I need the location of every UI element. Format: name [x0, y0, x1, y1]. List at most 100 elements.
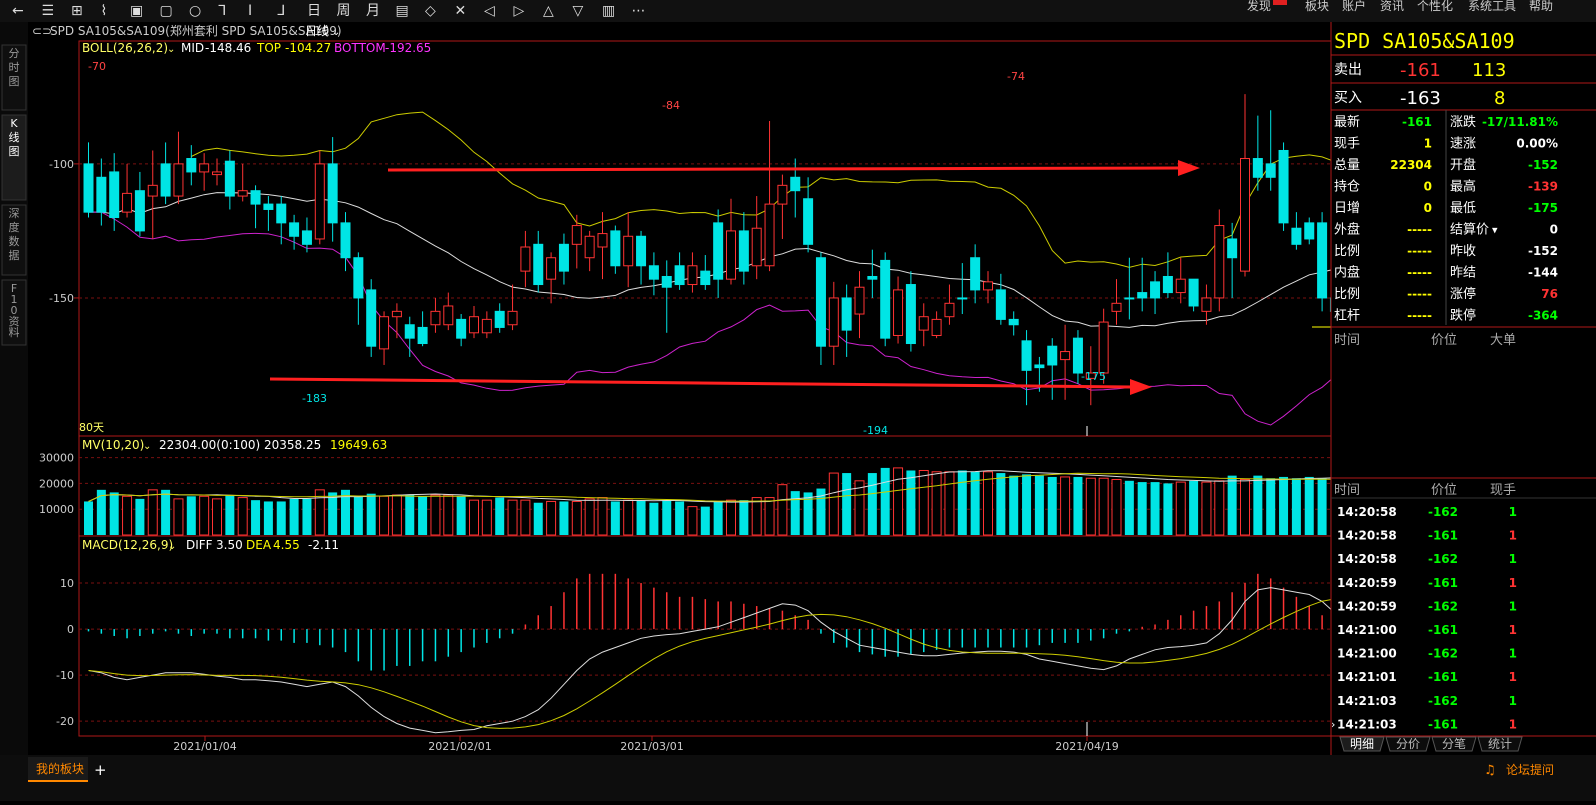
- candle-body-up: [546, 257, 557, 280]
- period-selector[interactable]: 日线: [305, 24, 329, 38]
- volume-indicator-name[interactable]: MV(10,20): [82, 438, 144, 452]
- volume-bar-up: [854, 480, 865, 536]
- side-tab-char: 度: [9, 220, 20, 234]
- expand-icon[interactable]: ◇: [425, 3, 436, 19]
- next-icon[interactable]: ▷: [514, 3, 525, 19]
- collapse-icon[interactable]: ✕: [455, 3, 467, 19]
- macd-chevron-icon[interactable]: ⌄: [168, 541, 176, 552]
- line-tool-icon[interactable]: ⌇: [101, 3, 108, 19]
- month-icon[interactable]: 月: [366, 3, 380, 19]
- menu-item-6[interactable]: 帮助: [1529, 0, 1553, 13]
- macd-indicator-name[interactable]: MACD(12,26,9): [82, 538, 173, 552]
- candle-body-up: [751, 227, 762, 267]
- volume-bar-up: [122, 495, 133, 536]
- menu-item-2[interactable]: 账户: [1342, 0, 1366, 13]
- candle-body-down: [96, 176, 107, 213]
- back-icon[interactable]: ←: [12, 3, 24, 19]
- menu-item-0[interactable]: 发现: [1247, 0, 1271, 13]
- candle-body-up: [1111, 302, 1122, 312]
- chart-title: SPD SA105&SA109(郑州套利 SPD SA105&SA109): [50, 23, 342, 38]
- candle-body-up: [1214, 225, 1225, 299]
- forum-question-link[interactable]: 论坛提问: [1506, 762, 1554, 777]
- big-order-column-header: 价位: [1431, 333, 1457, 348]
- side-tabs[interactable]: 分时图K线图深度数据F10资料: [1, 44, 27, 346]
- sell-price: -161: [1400, 60, 1441, 81]
- boll-mid-value: -148.46: [205, 41, 251, 55]
- up-icon[interactable]: △: [543, 3, 554, 19]
- step-icon[interactable]: ⅂: [219, 3, 227, 19]
- candle-body-up: [1240, 158, 1250, 272]
- circle-icon[interactable]: ○: [189, 3, 201, 19]
- volume-bar-down: [636, 500, 646, 535]
- add-tab-button[interactable]: +: [94, 761, 107, 779]
- trade-quantity: 1: [1509, 694, 1517, 708]
- boll-chevron-icon[interactable]: ⌄: [167, 44, 175, 55]
- boll-top-value: -104.27: [285, 41, 331, 55]
- menu-item-4[interactable]: 个性化: [1417, 0, 1453, 13]
- volume-bar-up: [199, 495, 210, 536]
- day-icon[interactable]: 日: [307, 3, 321, 19]
- volume-chevron-icon[interactable]: ⌄: [143, 441, 151, 452]
- candle-body-down: [301, 230, 312, 245]
- layout-icon[interactable]: ⊞: [71, 3, 83, 19]
- headset-icon[interactable]: ♫: [1484, 763, 1496, 778]
- candle-body-down: [1278, 149, 1289, 224]
- volume-bar-down: [225, 495, 235, 535]
- prev-icon[interactable]: ◁: [484, 3, 495, 19]
- candle-body-up: [314, 163, 325, 240]
- trades-column-header: 时间: [1334, 483, 1360, 498]
- down-icon[interactable]: ▽: [573, 3, 584, 19]
- volume-bar-down: [302, 498, 312, 535]
- page-icon[interactable]: ▣: [130, 3, 143, 19]
- list-icon[interactable]: ☰: [42, 3, 55, 19]
- volume-bar-down: [533, 502, 543, 535]
- volume-bar-up: [726, 499, 736, 536]
- trade-price: -162: [1428, 552, 1458, 566]
- step2-icon[interactable]: Ⅰ: [248, 3, 252, 19]
- quote-tab-label: 分笔: [1442, 736, 1466, 751]
- menu-item-3[interactable]: 资讯: [1380, 0, 1404, 13]
- stat-label: 总量: [1334, 158, 1360, 173]
- folder-icon[interactable]: ▢: [160, 3, 173, 19]
- stat-label: 持仓: [1334, 180, 1360, 195]
- volume-bar-up: [430, 494, 441, 536]
- candle-body-up: [481, 318, 492, 334]
- settle-dropdown-icon[interactable]: ▾: [1492, 224, 1498, 237]
- stat-value: -175: [1528, 201, 1558, 215]
- stat-label: 外盘: [1334, 222, 1360, 238]
- stat-label: 最低: [1450, 201, 1476, 216]
- week-icon[interactable]: 周: [337, 3, 351, 19]
- price-tick-label: -150: [49, 292, 74, 305]
- volume-bar-down: [1034, 475, 1044, 535]
- more-icon[interactable]: ⋯: [632, 3, 646, 19]
- volume-bar-down: [405, 495, 415, 535]
- big-order-column-header: 时间: [1334, 333, 1360, 348]
- candle-body-down: [1227, 238, 1238, 259]
- volume-bar-up: [546, 500, 557, 536]
- chevron-down-icon[interactable]: ⌄: [332, 27, 340, 38]
- step3-icon[interactable]: ⅃: [278, 3, 286, 19]
- volume-bar-up: [237, 497, 248, 536]
- volume-bar-down: [84, 501, 93, 535]
- candle-body-down: [1034, 364, 1045, 369]
- candle-body-down: [1124, 297, 1135, 300]
- note-icon[interactable]: ▤: [396, 3, 409, 19]
- grid-icon[interactable]: ▥: [602, 3, 615, 19]
- candle-body-up: [122, 192, 133, 213]
- volume-bar-down: [353, 496, 363, 535]
- candle-body-down: [957, 297, 968, 300]
- menu-item-5[interactable]: 系统工具: [1468, 0, 1516, 13]
- stat-value: 0: [1424, 180, 1432, 194]
- volume-bar-up: [1240, 479, 1250, 536]
- macd-dea-line: [88, 598, 1336, 729]
- volume-bar-down: [1137, 482, 1147, 535]
- candle-body-up: [584, 235, 595, 259]
- macd-diff-line: [88, 587, 1336, 734]
- stat-value: 76: [1541, 287, 1558, 301]
- side-tab-char: 据: [9, 248, 20, 262]
- volume-bar-down: [1291, 478, 1301, 535]
- candle-body-up: [469, 316, 479, 334]
- boll-name[interactable]: BOLL(26,26,2): [82, 41, 168, 55]
- volume-bar-up: [1214, 480, 1225, 536]
- menu-item-1[interactable]: 板块: [1305, 0, 1329, 13]
